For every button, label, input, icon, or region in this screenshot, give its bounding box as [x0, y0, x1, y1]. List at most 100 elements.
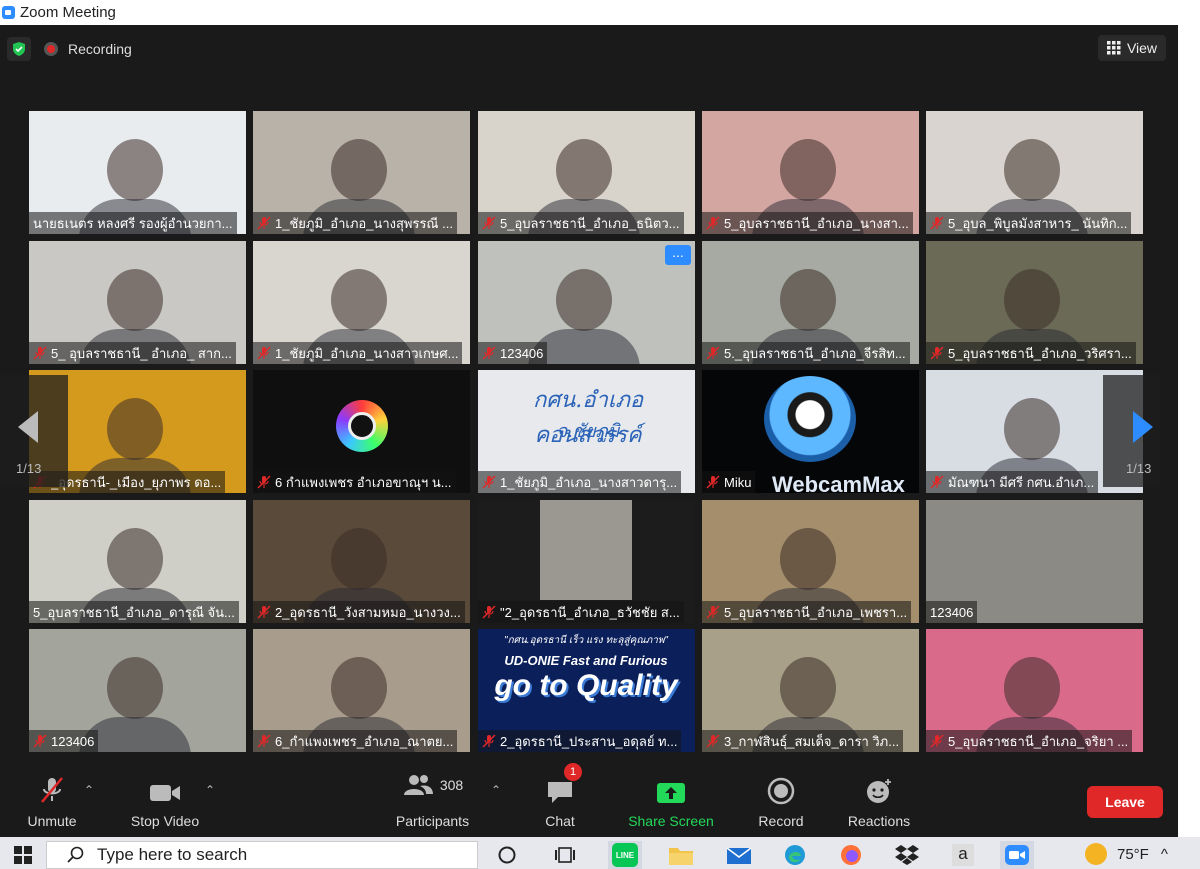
reactions-button[interactable]: Reactions [843, 765, 915, 837]
participant-tile[interactable]: 3_กาฬสินธุ์_สมเด็จ_ดารา วิภ... [702, 629, 919, 752]
participant-tile[interactable]: 6 กำแพงเพชร อำเภอขาณุฯ น... [253, 370, 470, 493]
chat-button[interactable]: 1 Chat [535, 763, 585, 837]
participant-name: 6 กำแพงเพชร อำเภอขาณุฯ น... [275, 474, 452, 490]
file-explorer-icon[interactable] [664, 841, 698, 869]
participant-tile[interactable]: 5_อุบลราชธานี_อำเภอ_เพชรา... [702, 500, 919, 623]
webcammax-wordmark: WebcamMax [772, 472, 905, 493]
participant-name: 5_อุบลราชธานี_อำเภอ_วริศรา... [948, 345, 1132, 361]
muted-microphone-icon [33, 734, 47, 748]
stop-video-button[interactable]: Stop Video [120, 765, 210, 837]
person-silhouette [331, 528, 387, 590]
muted-microphone-icon [482, 605, 496, 619]
participant-tile[interactable]: 5_อุบล_พิบูลมังสาหาร_ นันทิก... [926, 111, 1143, 234]
firefox-icon[interactable] [834, 841, 868, 869]
view-label: View [1126, 40, 1158, 56]
participant-name: 5_อุบล_พิบูลมังสาหาร_ นันทิก... [948, 215, 1128, 231]
encryption-shield-icon[interactable] [7, 37, 31, 61]
participant-name: 123406 [51, 733, 95, 749]
dropbox-icon[interactable] [890, 841, 924, 869]
task-view-icon[interactable] [548, 841, 582, 869]
person-silhouette [107, 269, 163, 331]
person-silhouette [1004, 139, 1060, 201]
participants-button[interactable]: 308 Participants [385, 765, 480, 837]
participant-tile[interactable]: ... 123406 [478, 241, 695, 364]
person-silhouette [780, 657, 836, 719]
participant-name-bar: 5_อุบลราชธานี_อำเภอ_ดารุณี จัน... [29, 601, 239, 623]
muted-microphone-icon [257, 605, 271, 619]
participant-tile[interactable]: 6_กำแพงเพชร_อำเภอ_ณาตย... [253, 629, 470, 752]
person-silhouette [107, 657, 163, 719]
participant-tile[interactable]: 2_อุดรธานี_วังสามหมอ_นางวง... [253, 500, 470, 623]
stop-video-label: Stop Video [130, 813, 200, 829]
next-page-button[interactable]: 1/13 [1103, 375, 1160, 487]
participant-tile[interactable]: 5._อุบลราชธานี_อำเภอ_จีรสิท... [702, 241, 919, 364]
arrow-left-icon [18, 411, 38, 443]
participant-tile[interactable]: "กศน.อุดรธานี เร็ว แรง ทะลุสู่คุณภาพ" UD-… [478, 629, 695, 752]
record-icon [767, 777, 795, 805]
participants-options-caret-icon[interactable]: ⌃ [491, 783, 501, 797]
record-label: Record [758, 813, 804, 829]
page-indicator-right: 1/13 [1126, 461, 1152, 476]
participant-tile[interactable]: 123406 [926, 500, 1143, 623]
participant-tile[interactable]: WebcamMax Miku [702, 370, 919, 493]
edge-browser-icon[interactable] [778, 841, 812, 869]
participant-name: 3_กาฬสินธุ์_สมเด็จ_ดารา วิภ... [724, 733, 900, 749]
record-button[interactable]: Record [752, 765, 810, 837]
cortana-icon[interactable] [490, 841, 524, 869]
audio-options-caret-icon[interactable]: ⌃ [84, 783, 94, 797]
person-silhouette [331, 657, 387, 719]
mail-icon[interactable] [722, 841, 756, 869]
microphone-muted-icon [41, 777, 63, 803]
video-options-caret-icon[interactable]: ⌃ [205, 783, 215, 797]
tile-more-options-button[interactable]: ... [665, 245, 691, 265]
participant-tile[interactable]: 1_ชัยภูมิ_อำเภอ_นางสาวเกษศ... [253, 241, 470, 364]
participant-tile[interactable]: 5_อุบลราชธานี_อำเภอ_จริยา ... [926, 629, 1143, 752]
line-app-icon[interactable]: LINE [608, 841, 642, 869]
participant-tile[interactable]: 1_ชัยภูมิ_อำเภอ_นางสุพรรณี ... [253, 111, 470, 234]
unmute-button[interactable]: Unmute [22, 765, 82, 837]
participant-tile[interactable]: 5_อุบลราชธานี_อำเภอ_วริศรา... [926, 241, 1143, 364]
participant-name-bar: 123406 [926, 601, 978, 623]
zoom-taskbar-icon[interactable] [1000, 841, 1034, 869]
muted-microphone-icon [257, 216, 271, 230]
participants-label: Participants [395, 813, 470, 829]
view-button[interactable]: View [1098, 35, 1166, 61]
amazon-icon[interactable]: a [946, 841, 980, 869]
participant-tile[interactable]: 123406 [29, 629, 246, 752]
participant-tile[interactable]: 5_ อุบลราชธานี_ อำเภอ_ สาก... [29, 241, 246, 364]
muted-microphone-icon [482, 216, 496, 230]
participant-tile[interactable]: กศน.อำเภอคอนสวรรค์ จ.ชัยภูมิ 1_ชัยภูมิ_อำเ… [478, 370, 695, 493]
participant-name-bar: "2_อุดรธานี_อำเภอ_ธวัชชัย ส... [478, 601, 684, 623]
chevron-up-icon[interactable]: ^ [1161, 846, 1168, 863]
windows-start-icon[interactable] [6, 841, 40, 869]
recording-indicator[interactable]: Recording [44, 37, 132, 61]
muted-microphone-icon [706, 475, 720, 489]
meeting-top-bar: Recording View [0, 25, 1178, 75]
muted-microphone-icon [482, 346, 496, 360]
muted-microphone-icon [257, 734, 271, 748]
person-silhouette [1004, 398, 1060, 460]
participant-tile[interactable]: นายธเนตร หลงศรี รองผู้อำนวยกา... [29, 111, 246, 234]
window-edge [1178, 25, 1200, 837]
person-silhouette [331, 269, 387, 331]
prev-page-button[interactable]: 1/13 [0, 375, 68, 487]
participant-tile[interactable]: 5_อุบลราชธานี_อำเภอ_นางสา... [702, 111, 919, 234]
person-silhouette [107, 528, 163, 590]
person-silhouette [780, 269, 836, 331]
weather-widget[interactable]: 75°F ^ [1085, 843, 1168, 865]
participant-tile[interactable]: 5_อุบลราชธานี_อำเภอ_ดารุณี จัน... [29, 500, 246, 623]
page-indicator-left: 1/13 [16, 461, 42, 476]
leave-button[interactable]: Leave [1087, 786, 1163, 818]
participant-tile[interactable]: 5_อุบลราชธานี_อำเภอ_ธนิตว... [478, 111, 695, 234]
muted-microphone-icon [706, 216, 720, 230]
participant-tile[interactable]: "2_อุดรธานี_อำเภอ_ธวัชชัย ส... [478, 500, 695, 623]
participant-name-bar: 123406 [478, 342, 548, 364]
camera-lens-logo-icon [336, 400, 388, 452]
person-silhouette [556, 269, 612, 331]
participant-name: 2_อุดรธานี_ประสาน_อดุลย์ ท... [500, 733, 678, 749]
participant-name-bar: 5_ อุบลราชธานี_ อำเภอ_ สาก... [29, 342, 236, 364]
taskbar-search-box[interactable]: Type here to search [46, 841, 478, 869]
participant-name: 5_อุบลราชธานี_อำเภอ_ดารุณี จัน... [33, 604, 235, 620]
sun-icon [1085, 843, 1107, 865]
share-screen-button[interactable]: Share Screen [625, 765, 717, 837]
